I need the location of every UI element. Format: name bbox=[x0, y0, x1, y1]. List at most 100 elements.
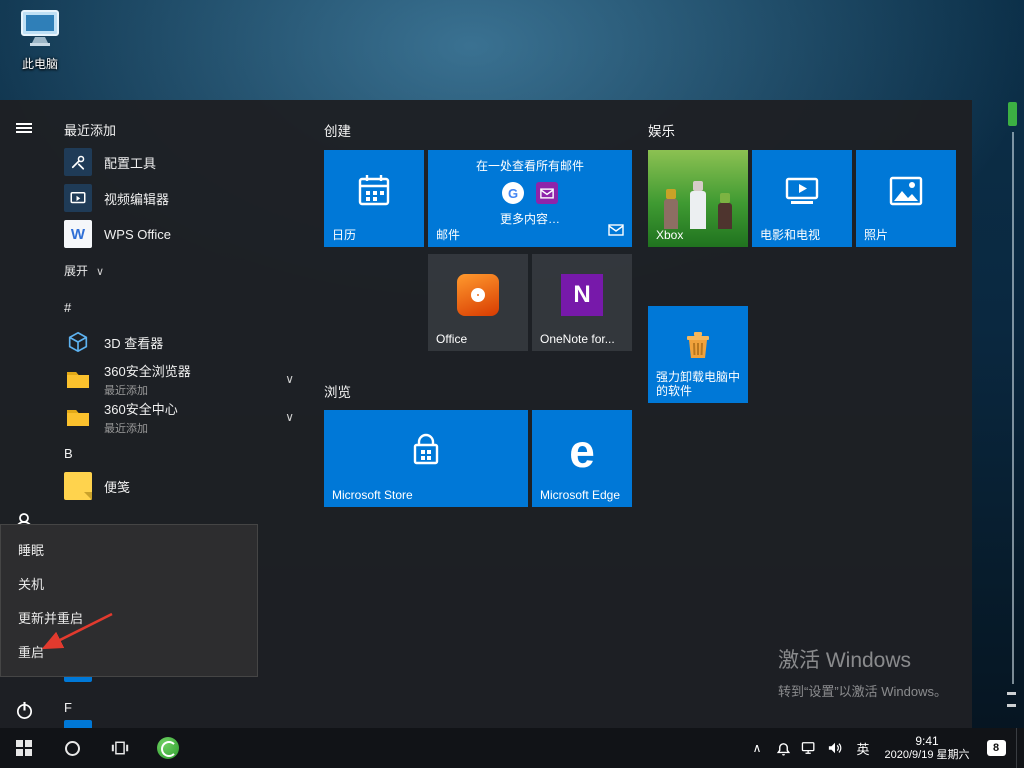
app-item-sticky-notes[interactable]: 便笺 bbox=[64, 470, 300, 502]
tile-label: 邮件 bbox=[436, 228, 461, 242]
section-letter-f[interactable]: F bbox=[64, 700, 72, 715]
task-view-icon bbox=[111, 741, 129, 755]
app-item-video-editor[interactable]: 视频编辑器 bbox=[64, 182, 300, 214]
mail-account-icon bbox=[536, 182, 558, 204]
photos-icon bbox=[856, 150, 956, 231]
right-edge-toolbar bbox=[1006, 100, 1020, 728]
mail-banner-text: 在一处查看所有邮件 bbox=[475, 159, 584, 173]
desktop-icon-this-pc[interactable]: 此电脑 bbox=[12, 8, 68, 72]
app-item-label: 360安全中心 bbox=[104, 401, 178, 417]
edge-tick bbox=[1007, 692, 1016, 695]
action-center-button[interactable]: 8 bbox=[976, 728, 1016, 768]
tile-microsoft-store[interactable]: Microsoft Store bbox=[324, 410, 528, 507]
group-header-entertainment[interactable]: 娱乐 bbox=[648, 120, 675, 140]
onenote-icon: N bbox=[532, 254, 632, 335]
clock-date: 2020/9/19 星期六 bbox=[884, 749, 970, 761]
section-letter-b[interactable]: B bbox=[64, 446, 73, 461]
sticky-note-icon bbox=[64, 472, 92, 500]
tile-label: 电影和电视 bbox=[760, 228, 821, 242]
notification-badge: 8 bbox=[986, 740, 1006, 756]
show-desktop-button[interactable] bbox=[1016, 728, 1024, 768]
app-item-config-tool[interactable]: 配置工具 bbox=[64, 146, 300, 178]
group-header-browse[interactable]: 浏览 bbox=[324, 381, 351, 401]
computer-icon bbox=[18, 8, 62, 53]
tray-expand-chevron[interactable]: ∧ bbox=[744, 728, 770, 768]
menu-item-sleep[interactable]: 睡眠 bbox=[1, 532, 257, 566]
app-item-wps-office[interactable]: W WPS Office bbox=[64, 218, 300, 250]
store-bag-icon bbox=[324, 410, 528, 491]
app-item-label: 360安全浏览器 bbox=[104, 363, 191, 379]
chevron-down-icon[interactable]: ∨ bbox=[285, 372, 294, 386]
edge-green-button[interactable] bbox=[1008, 102, 1017, 126]
edge-logo-icon: e bbox=[569, 424, 595, 477]
360-browser-icon bbox=[157, 737, 179, 759]
menu-item-shutdown[interactable]: 关机 bbox=[1, 566, 257, 600]
activate-subtitle: 转到“设置”以激活 Windows。 bbox=[778, 684, 948, 699]
tile-uninstaller[interactable]: 强力卸载电脑中 的软件 bbox=[648, 306, 748, 403]
calendar-icon bbox=[324, 150, 424, 231]
activate-title: 激活 Windows bbox=[778, 649, 912, 672]
tile-label: Microsoft Store bbox=[332, 488, 413, 502]
app-item-sublabel: 最近添加 bbox=[104, 384, 148, 397]
menu-item-restart[interactable]: 重启 bbox=[1, 634, 257, 668]
tile-label: Office bbox=[436, 332, 468, 346]
windows-logo-icon bbox=[16, 740, 32, 756]
desktop-icon-label: 此电脑 bbox=[21, 57, 58, 71]
folder-icon bbox=[64, 365, 92, 393]
menu-item-update-restart[interactable]: 更新并重启 bbox=[1, 600, 257, 634]
movies-tv-icon bbox=[752, 150, 852, 231]
wrench-icon bbox=[64, 148, 92, 176]
tile-microsoft-edge[interactable]: e Microsoft Edge bbox=[532, 410, 632, 507]
recent-added-header: 最近添加 bbox=[64, 123, 117, 138]
tile-xbox[interactable]: Xbox bbox=[648, 150, 748, 247]
expand-label: 展开 bbox=[64, 264, 89, 278]
chevron-down-icon[interactable]: ∨ bbox=[285, 410, 294, 424]
start-button[interactable] bbox=[0, 728, 48, 768]
app-item-label: 3D 查看器 bbox=[104, 335, 164, 351]
activate-watermark: 激活 Windows 转到“设置”以激活 Windows。 bbox=[778, 644, 947, 700]
volume-icon[interactable] bbox=[822, 728, 848, 768]
power-icon bbox=[16, 701, 32, 719]
power-button[interactable] bbox=[0, 688, 48, 728]
tile-mail[interactable]: 在一处查看所有邮件 G 更多内容… 邮件 bbox=[428, 150, 632, 247]
power-context-menu: 睡眠 关机 更新并重启 重启 bbox=[0, 524, 258, 677]
taskbar-clock[interactable]: 9:41 2020/9/19 星期六 bbox=[878, 734, 976, 762]
app-360-browser-button[interactable] bbox=[144, 728, 192, 768]
bell-icon[interactable] bbox=[770, 728, 796, 768]
clock-time: 9:41 bbox=[915, 734, 939, 748]
cortana-search-icon bbox=[64, 740, 80, 756]
app-item-label: 视频编辑器 bbox=[104, 191, 170, 207]
wps-icon: W bbox=[64, 220, 92, 248]
hamburger-icon bbox=[16, 121, 32, 135]
section-letter-hash[interactable]: # bbox=[64, 300, 71, 315]
network-icon[interactable] bbox=[796, 728, 822, 768]
task-view-button[interactable] bbox=[96, 728, 144, 768]
group-header-create[interactable]: 创建 bbox=[324, 120, 351, 140]
tile-calendar[interactable]: 日历 bbox=[324, 150, 424, 247]
tile-label: 强力卸载电脑中 的软件 bbox=[656, 370, 741, 398]
office-icon bbox=[428, 254, 528, 335]
taskbar: ∧ 英 9:41 2020/9/19 星期六 8 bbox=[0, 728, 1024, 768]
tile-office[interactable]: Office bbox=[428, 254, 528, 351]
tile-movies-tv[interactable]: 电影和电视 bbox=[752, 150, 852, 247]
tile-photos[interactable]: 照片 bbox=[856, 150, 956, 247]
chevron-down-icon: ∨ bbox=[96, 266, 105, 278]
input-language-indicator[interactable]: 英 bbox=[848, 739, 878, 758]
tile-label: 日历 bbox=[332, 228, 357, 242]
tile-onenote[interactable]: N OneNote for... bbox=[532, 254, 632, 351]
expand-toggle[interactable]: 展开 ∨ bbox=[64, 262, 104, 279]
app-item-360-browser[interactable]: 360安全浏览器 最近添加 ∨ bbox=[64, 360, 300, 398]
tile-label: Xbox bbox=[656, 228, 684, 242]
app-icon-partial[interactable] bbox=[64, 720, 92, 728]
app-item-360-center[interactable]: 360安全中心 最近添加 ∨ bbox=[64, 398, 300, 436]
search-button[interactable] bbox=[48, 728, 96, 768]
app-item-3d-viewer[interactable]: 3D 查看器 bbox=[64, 326, 300, 358]
video-editor-icon bbox=[64, 184, 92, 212]
app-item-sublabel: 最近添加 bbox=[104, 422, 148, 435]
app-item-label: 配置工具 bbox=[104, 155, 157, 171]
edge-scroll-line bbox=[1012, 132, 1014, 684]
app-item-label: 便笺 bbox=[104, 479, 131, 495]
tile-label: Microsoft Edge bbox=[540, 488, 621, 502]
app-item-label: WPS Office bbox=[104, 226, 171, 242]
hamburger-menu-button[interactable] bbox=[0, 106, 48, 150]
